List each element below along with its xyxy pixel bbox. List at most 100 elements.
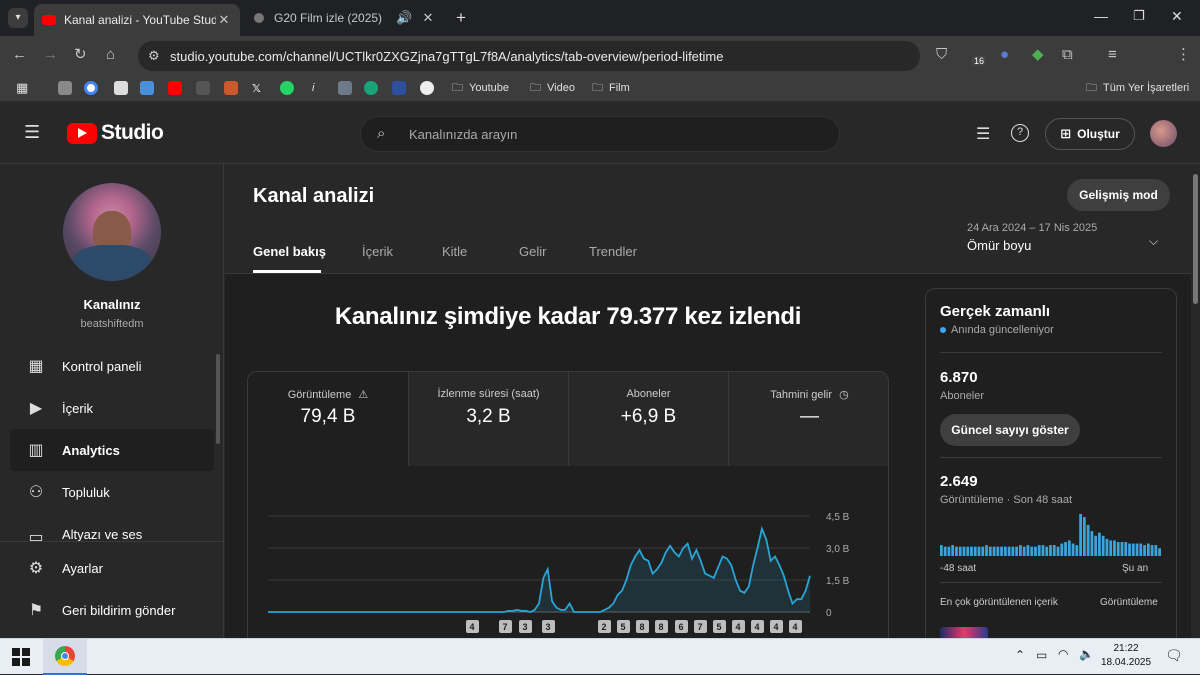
chrome-taskbar-icon[interactable] (43, 639, 87, 675)
bookmark-icon[interactable] (196, 79, 210, 97)
video-marker-label: 4 (792, 622, 797, 632)
studio-logo[interactable]: Studio (67, 121, 164, 145)
tab-content[interactable]: İçerik (362, 244, 393, 259)
advanced-mode-button[interactable]: Gelişmiş mod (1067, 179, 1170, 211)
extension-shield-icon[interactable]: ⛉ (936, 46, 947, 64)
tab-youtube-studio[interactable]: Kanal analizi - YouTube Studio ✕ (34, 4, 240, 36)
bookmark-icon[interactable] (114, 79, 128, 97)
live-dot-icon (940, 327, 946, 333)
extension-badge[interactable]: 16 (972, 56, 987, 66)
apps-grid-icon[interactable]: ▦ (16, 79, 28, 97)
reload-icon[interactable]: ↻ (74, 46, 87, 64)
bookmark-icon[interactable] (338, 79, 352, 97)
bookmark-folder-youtube[interactable]: 🗀 Youtube (452, 79, 509, 97)
browser-tab-bar: ▾ Kanal analizi - YouTube Studio ✕ G20 F… (0, 0, 1200, 36)
realtime-bar (1045, 546, 1049, 556)
y-tick-label: 0 (826, 608, 832, 619)
tab-film[interactable]: G20 Film izle (2025) 🔊 ✕ (244, 4, 444, 32)
date-range-picker[interactable]: 24 Ara 2024 – 17 Nis 2025 Ömür boyu ⌵ (967, 222, 1172, 262)
sidebar-item-content[interactable]: ▶ İçerik (10, 387, 214, 429)
extensions-puzzle-icon[interactable]: ⧉ (1062, 46, 1073, 64)
sidebar-item-settings[interactable]: ⚙ Ayarlar (10, 547, 214, 589)
wifi-icon[interactable]: ◠ (1058, 647, 1068, 661)
extension-icon[interactable]: ◆ (1032, 46, 1044, 64)
video-marker-label: 5 (620, 622, 625, 632)
sidebar-scrollbar[interactable] (216, 354, 220, 444)
bookmark-folder-video[interactable]: 🗀 Video (530, 79, 575, 97)
stat-views[interactable]: Görüntüleme ⚠ 79,4 B (248, 372, 408, 466)
home-icon[interactable]: ⌂ (106, 46, 115, 64)
audio-playing-icon[interactable]: 🔊 (396, 10, 412, 26)
close-window-button[interactable]: ✕ (1171, 8, 1183, 25)
bookmark-icon[interactable] (140, 79, 154, 97)
bookmark-icon[interactable] (392, 79, 406, 97)
tab-search-button[interactable]: ▾ (8, 8, 28, 28)
help-icon[interactable]: ? (1011, 124, 1029, 142)
stat-subscribers[interactable]: Aboneler +6,9 B (568, 372, 728, 466)
realtime-bar (1098, 532, 1101, 556)
sidebar-item-community[interactable]: ⚇ Topluluk (10, 471, 214, 513)
menu-kebab-icon[interactable]: ⋮ (1176, 46, 1191, 64)
bookmark-icon[interactable] (58, 79, 72, 97)
tab-revenue[interactable]: Gelir (519, 244, 546, 259)
tab-overview[interactable]: Genel bakış (253, 244, 326, 259)
bookmark-folder-film[interactable]: 🗀 Film (592, 79, 630, 97)
create-button[interactable]: ⊞ Oluştur (1045, 118, 1135, 150)
bookmark-icon[interactable] (364, 79, 378, 97)
close-tab-icon[interactable]: ✕ (420, 10, 436, 26)
views-chart[interactable]: 4,5 B 3,0 B 1,5 B 0 4 7 3 3 2 5 8 8 6 7 5 4 4 4 4 (248, 466, 889, 651)
clock-icon: ◷ (839, 389, 849, 401)
whatsapp-icon[interactable] (280, 79, 294, 97)
channel-search-input[interactable]: ⌕ Kanalınızda arayın (360, 116, 840, 152)
volume-icon[interactable]: 🔈 (1079, 647, 1094, 661)
clock[interactable]: 21:22 18.04.2025 (1098, 642, 1154, 670)
back-icon[interactable]: ← (12, 46, 27, 64)
new-tab-button[interactable]: + (456, 8, 466, 28)
studio-logo-text: Studio (101, 121, 164, 144)
notifications-icon[interactable]: 🗨 (1165, 647, 1183, 664)
minimize-button[interactable]: — (1094, 8, 1108, 24)
tab-audience[interactable]: Kitle (442, 244, 467, 259)
realtime-bar (985, 545, 988, 556)
sidebar-item-analytics[interactable]: ▥ Analytics (10, 429, 214, 471)
battery-icon[interactable]: ▭ (1036, 648, 1047, 662)
youtube-bookmark-icon[interactable] (168, 79, 182, 97)
hamburger-menu-icon[interactable]: ☰ (24, 122, 40, 143)
video-marker-label: 7 (697, 622, 702, 632)
address-bar[interactable]: ⚙ studio.youtube.com/channel/UCTlkr0ZXGZ… (138, 41, 920, 71)
realtime-bar (1075, 545, 1079, 556)
maximize-button[interactable]: ❐ (1133, 8, 1145, 24)
show-count-button[interactable]: Güncel sayıyı göster (940, 414, 1080, 446)
bookmark-icon[interactable] (420, 79, 434, 97)
dashboard-icon: ▦ (28, 358, 44, 375)
tray-chevron-icon[interactable]: ⌃ (1015, 648, 1025, 662)
forward-icon[interactable]: → (43, 46, 58, 64)
page-scrollbar[interactable] (1191, 164, 1200, 638)
channel-avatar[interactable] (63, 183, 161, 281)
video-marker-label: 7 (502, 622, 507, 632)
windows-start-icon[interactable] (12, 648, 30, 666)
sidebar-item-dashboard[interactable]: ▦ Kontrol paneli (10, 345, 214, 387)
realtime-bar-chart[interactable] (940, 514, 1162, 556)
close-tab-icon[interactable]: ✕ (216, 12, 232, 28)
stat-revenue[interactable]: Tahmini gelir ◷ — (728, 372, 888, 466)
site-info-icon[interactable]: ⚙ (148, 48, 160, 64)
sidebar-item-subtitles[interactable]: ▭ Altyazı ve ses (10, 513, 214, 541)
realtime-bar (977, 546, 981, 556)
media-control-icon[interactable]: ≡ (1108, 46, 1117, 64)
stat-watch-time[interactable]: İzlenme süresi (saat) 3,2 B (408, 372, 568, 466)
all-bookmarks-folder[interactable]: 🗀 Tüm Yer İşaretleri (1086, 79, 1189, 97)
account-avatar[interactable] (1150, 120, 1177, 147)
period-label: Ömür boyu (967, 238, 1032, 253)
feedback-icon[interactable]: ☰ (976, 124, 990, 144)
x-twitter-icon[interactable]: 𝕏 (252, 79, 261, 97)
realtime-bar (1086, 524, 1090, 556)
realtime-bar (955, 546, 958, 556)
extension-icon[interactable]: ● (1000, 46, 1009, 64)
bookmark-icon[interactable] (224, 79, 238, 97)
realtime-bar (1116, 542, 1120, 556)
bookmark-icon[interactable]: i (312, 79, 314, 97)
tab-trends[interactable]: Trendler (589, 244, 637, 259)
google-icon[interactable] (84, 79, 98, 97)
sidebar-item-feedback[interactable]: ⚑ Geri bildirim gönder (10, 589, 214, 631)
